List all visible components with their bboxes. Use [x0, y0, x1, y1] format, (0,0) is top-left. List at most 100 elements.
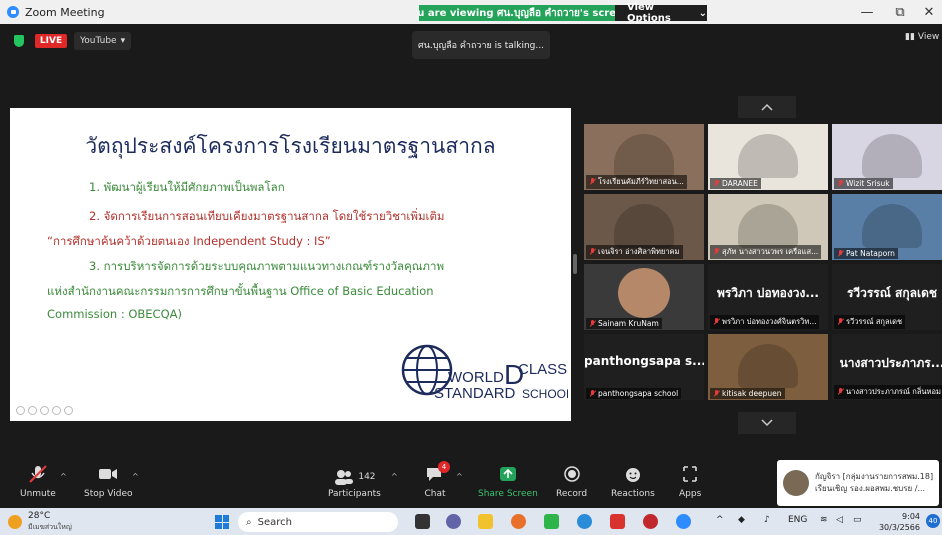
teams-chat-icon[interactable] [446, 514, 461, 529]
security-shield-icon[interactable] [14, 35, 24, 47]
participant-tile[interactable]: พรวิภา บ่อทองวง... พรวิภา บ่อทองวงศ์จินตร… [708, 264, 828, 330]
slide-line: 2. จัดการเรียนการสอนเทียบเคียงมาตรฐานสาก… [89, 209, 445, 223]
media-app-icon[interactable] [610, 514, 625, 529]
participant-tile[interactable]: DARANEE [708, 124, 828, 190]
minimize-button[interactable]: — [852, 2, 882, 22]
participants-button[interactable]: 142 Participants [328, 464, 381, 499]
audio-options-caret[interactable]: ^ [60, 472, 67, 481]
logo-word-world: WORLD [448, 369, 504, 386]
notification-count-badge[interactable]: 40 [926, 514, 940, 528]
notification-sender: กัญจิรา [กลุ่มงานรายการสพม.18] [815, 472, 934, 481]
participant-tile[interactable]: เจนจิรา อ่างศิลาพิทยาคม [584, 194, 704, 260]
task-view-icon[interactable] [415, 514, 430, 529]
record-icon [563, 466, 580, 482]
participant-tile[interactable]: Sainam KruNam [584, 264, 704, 330]
browser-app-icon[interactable] [643, 514, 658, 529]
mic-muted-icon [837, 249, 844, 258]
participant-tile[interactable]: โรงเรียนคัมภีร์วิทยาสอน... [584, 124, 704, 190]
shield-tray-icon[interactable]: ◆ [738, 515, 745, 525]
weather-text: มีเมฆส่วนใหญ่ [28, 523, 72, 531]
participant-video [862, 204, 922, 248]
line-app-icon[interactable] [544, 514, 559, 529]
slide-line: แห่งสำนักงานคณะกรรมการการศึกษาขั้นพื้นฐา… [47, 284, 434, 298]
tray-overflow-icon[interactable]: ^ [716, 515, 724, 525]
participant-name-label: Wizit Srisuk [834, 178, 893, 189]
share-screen-button[interactable]: Share Screen [478, 464, 538, 499]
microphone-tray-icon[interactable]: ♪ [764, 515, 770, 525]
participant-name-label: สุภัท นางสาวนวพร เครือแส... [710, 245, 822, 259]
participant-tile[interactable]: รวีวรรณ์ สกุลเดช รวีวรรณ์ สกุลเดช [832, 264, 942, 330]
participant-name: Pat Nataporn [846, 249, 895, 258]
participant-tile[interactable]: สุภัท นางสาวนวพร เครือแส... [708, 194, 828, 260]
restore-button[interactable]: ⧉ [885, 2, 915, 22]
talking-status: ศน.บุญลือ คำถวาย is talking... [412, 31, 550, 59]
firefox-icon[interactable] [511, 514, 526, 529]
weather-sun-icon [8, 514, 22, 529]
view-label: View [917, 32, 940, 42]
zoom-taskbar-icon[interactable] [676, 514, 691, 529]
grid-view-icon: ▮▮ [905, 32, 915, 42]
reactions-button[interactable]: Reactions [611, 464, 655, 499]
mic-muted-icon [713, 318, 720, 326]
participant-name: Sainam KruNam [598, 319, 659, 328]
mic-muted-icon [837, 179, 844, 188]
participants-icon [335, 469, 354, 485]
apps-button[interactable]: Apps [679, 464, 701, 499]
windows-start-icon[interactable] [215, 515, 229, 529]
search-icon: ⌕ [246, 516, 252, 528]
youtube-stream-button[interactable]: YouTube ▾ [74, 32, 132, 50]
file-explorer-icon[interactable] [478, 514, 493, 529]
participant-tile[interactable]: นางสาวประภาภร... นางสาวประภาภรณ์ กลิ่นหอม [832, 334, 942, 400]
taskbar-search-box[interactable]: ⌕ Search [238, 512, 398, 532]
participants-count: 142 [358, 471, 376, 482]
close-button[interactable]: ✕ [914, 2, 942, 22]
meeting-area: LIVE YouTube ▾ ศน.บุญลือ คำถวาย is talki… [0, 24, 942, 460]
wifi-icon[interactable]: ≋ [820, 515, 828, 525]
weather-widget[interactable]: 28°C มีเมฆส่วนใหญ่ [8, 511, 72, 532]
mic-muted-icon [837, 318, 844, 326]
volume-icon[interactable]: ◁ [836, 515, 843, 525]
participant-tile[interactable]: Pat Nataporn [832, 194, 942, 260]
view-button[interactable]: ▮▮ View [905, 32, 939, 42]
video-camera-icon [99, 469, 118, 479]
edge-icon[interactable] [577, 514, 592, 529]
chat-notification-popup[interactable]: กัญจิรา [กลุ่มงานรายการสพม.18] เรียนเชิญ… [777, 460, 939, 506]
chevron-down-icon [761, 419, 773, 427]
live-badge[interactable]: LIVE [35, 34, 67, 48]
participant-tile[interactable]: panthongsapa s... panthongsapa school [584, 334, 704, 400]
language-indicator[interactable]: ENG [788, 515, 807, 525]
stop-video-label: Stop Video [84, 489, 133, 499]
record-button[interactable]: Record [556, 464, 587, 499]
chevron-up-icon [761, 103, 773, 111]
caret-down-icon: ▾ [120, 36, 126, 46]
participant-tile[interactable]: Wizit Srisuk [832, 124, 942, 190]
participant-name-label: Sainam KruNam [586, 318, 662, 329]
participants-options-caret[interactable]: ^ [391, 472, 398, 481]
participant-name-label: เจนจิรา อ่างศิลาพิทยาคม [586, 245, 683, 259]
participants-label: Participants [328, 489, 381, 499]
splitter-handle[interactable] [573, 254, 577, 274]
gallery-up-button[interactable] [738, 96, 796, 118]
participant-name-label: พรวิภา บ่อทองวงศ์จินตรวิท... [710, 315, 820, 329]
battery-icon[interactable]: ▭ [853, 515, 862, 525]
unmute-button[interactable]: Unmute [20, 464, 56, 499]
taskbar-clock[interactable]: 9:04 30/3/2566 [876, 511, 920, 533]
slide-annotation-tools[interactable] [16, 406, 73, 415]
chat-options-caret[interactable]: ^ [456, 472, 463, 481]
participant-name: โรงเรียนคัมภีร์วิทยาสอน... [598, 177, 684, 186]
reactions-label: Reactions [611, 489, 655, 499]
gallery-down-button[interactable] [738, 412, 796, 434]
participant-video [738, 134, 798, 178]
participant-name: panthongsapa school [598, 389, 679, 398]
participant-tile[interactable]: kitisak deepuen [708, 334, 828, 400]
video-options-caret[interactable]: ^ [132, 472, 139, 481]
view-options-button[interactable]: View Options ⌄ [615, 2, 707, 24]
chat-button[interactable]: Chat 4 [424, 461, 450, 499]
slide-line: “การศึกษาค้นคว้าด้วยตนเอง Independent St… [47, 234, 331, 248]
chat-label: Chat [424, 489, 446, 499]
shared-screen-slide[interactable]: วัตถุประสงค์โครงการโรงเรียนมาตรฐานสากล 1… [10, 108, 571, 421]
participant-display-name: นางสาวประภาภร... [839, 356, 942, 370]
stop-video-button[interactable]: Stop Video [84, 464, 133, 499]
mic-muted-icon [29, 465, 47, 483]
clock-time: 9:04 [902, 512, 920, 521]
